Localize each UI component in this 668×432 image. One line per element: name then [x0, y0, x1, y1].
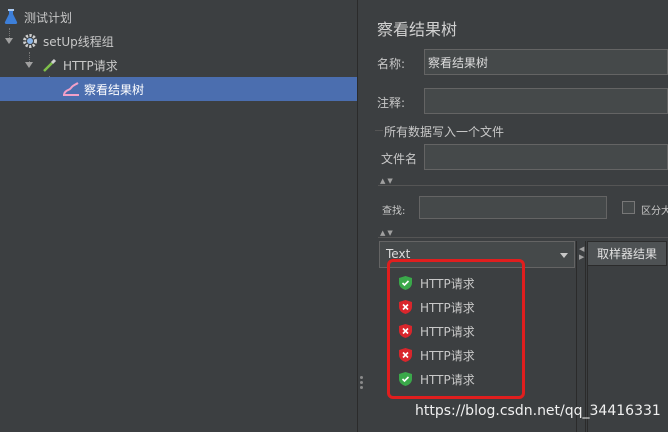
annotation-highlight-box: [387, 259, 525, 399]
divider: [378, 185, 668, 186]
tree-item-view-results-tree[interactable]: 察看结果树: [0, 77, 357, 101]
collapse-arrows-icon[interactable]: ▲▼: [380, 177, 395, 185]
search-input[interactable]: [419, 196, 607, 219]
filename-field[interactable]: [424, 144, 668, 170]
chevron-down-icon: [560, 253, 568, 258]
tree-item-http-request[interactable]: HTTP请求: [25, 53, 357, 77]
vertical-splitter[interactable]: [357, 0, 367, 432]
tree-item-setup-thread-group[interactable]: setUp线程组: [5, 29, 357, 53]
section-border: [375, 130, 383, 131]
filename-label: 文件名: [381, 152, 418, 166]
test-plan-tree: 测试计划 setUp线程组 HTTP请求 察看结果树: [0, 0, 357, 432]
chart-icon: [62, 80, 80, 98]
search-label: 查找:: [382, 206, 406, 217]
tree-item-test-plan[interactable]: 测试计划: [2, 5, 357, 29]
panel-title: 察看结果树: [377, 20, 458, 39]
splitter-grip-dot: [360, 376, 363, 379]
chevron-down-icon[interactable]: [25, 62, 33, 68]
tree-item-label: setUp线程组: [43, 34, 114, 49]
divider: [378, 237, 668, 238]
tree-item-label: HTTP请求: [63, 58, 118, 73]
chevron-down-icon[interactable]: [5, 38, 13, 44]
file-section-label: 所有数据写入一个文件: [384, 125, 505, 139]
collapse-arrows-icon[interactable]: ▲▼: [380, 229, 395, 237]
pipette-icon: [41, 56, 59, 74]
comment-field[interactable]: [424, 88, 668, 114]
splitter-grip-dot: [360, 381, 363, 384]
tree-item-label: 察看结果树: [84, 82, 145, 97]
tab-sampler-result[interactable]: 取样器结果: [587, 241, 667, 266]
case-sensitive-checkbox[interactable]: [622, 201, 635, 214]
gear-icon: [21, 32, 39, 50]
tree-item-label: 测试计划: [24, 10, 73, 25]
name-field[interactable]: [424, 49, 668, 75]
splitter-grip-dot: [360, 386, 363, 389]
flask-icon: [2, 8, 20, 26]
name-label: 名称:: [377, 57, 406, 71]
watermark: https://blog.csdn.net/qq_34416331: [415, 403, 661, 419]
comment-label: 注释:: [377, 96, 406, 110]
case-sensitive-label: 区分大: [641, 206, 668, 217]
splitter-arrows-icon[interactable]: ◀ ▶: [579, 245, 584, 261]
